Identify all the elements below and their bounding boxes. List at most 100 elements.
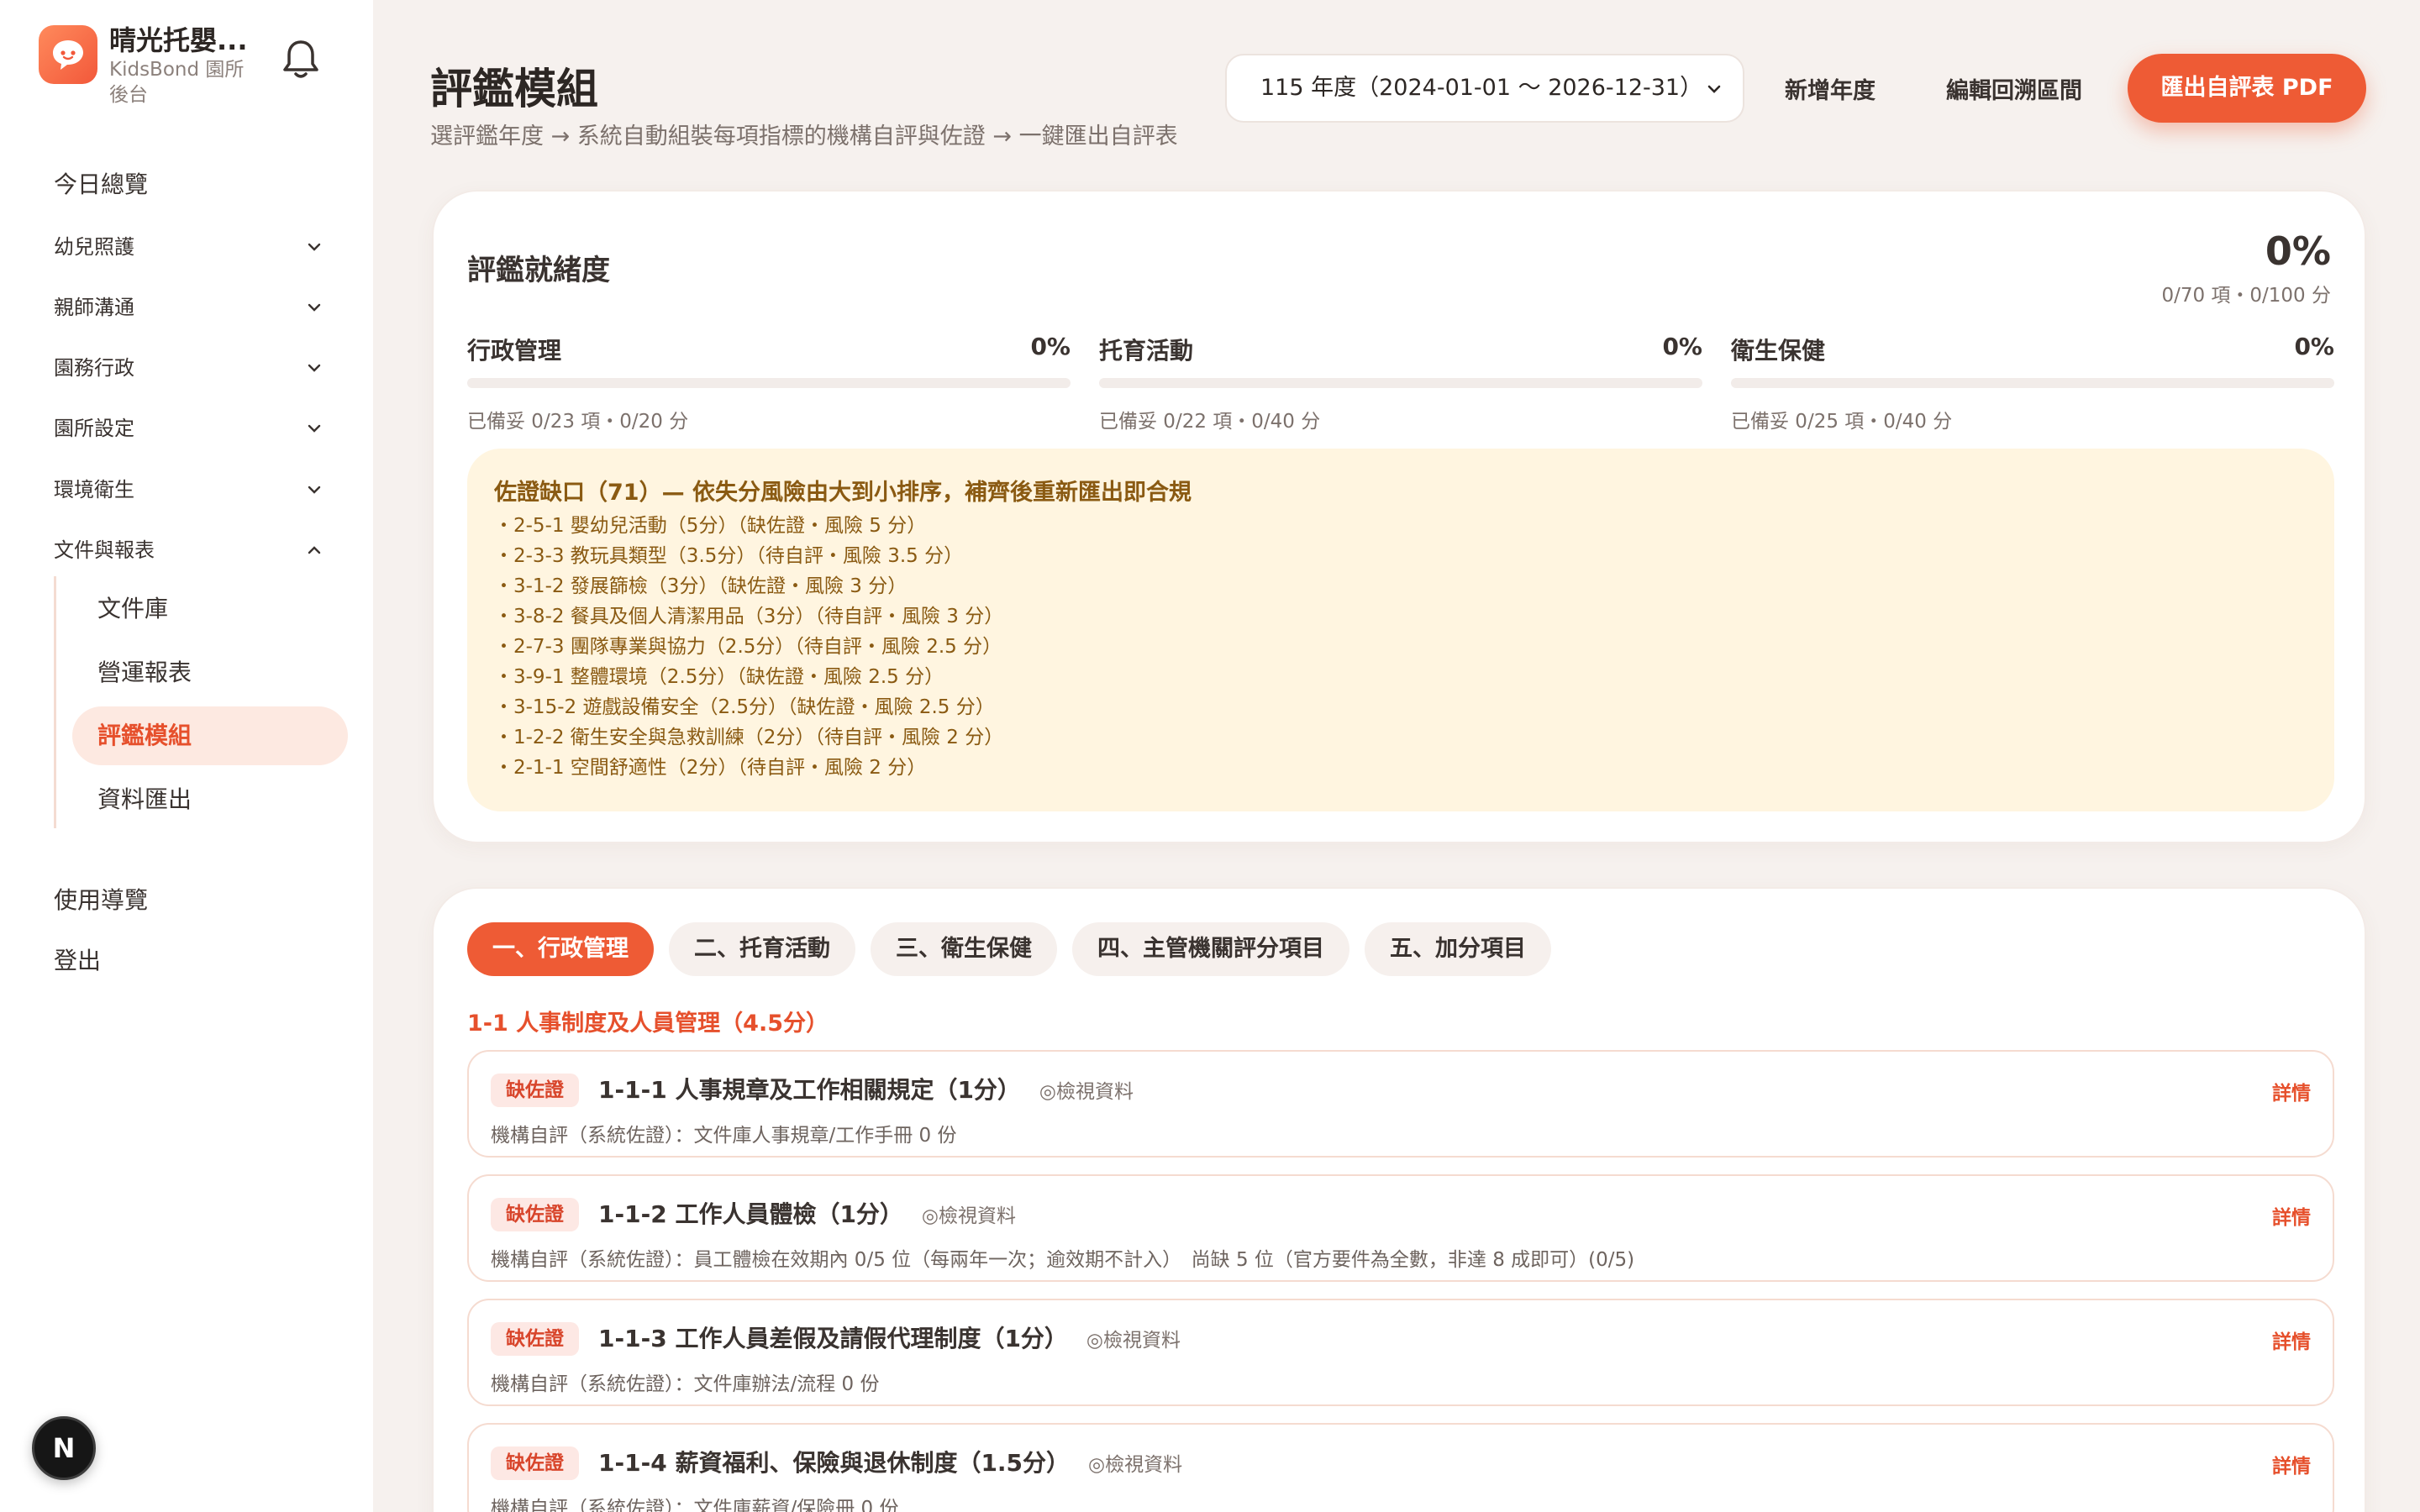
gap-item: ・3-1-2 發展篩檢（3分）（缺佐證・風險 3 分） (494, 575, 908, 597)
tab-admin[interactable]: 一、行政管理 (467, 922, 654, 976)
progress-meta: 已備妥 0/22 項・0/40 分 (1099, 411, 1321, 433)
sidebar-group-child-care[interactable]: 幼兒照護 (54, 230, 323, 264)
detail-link[interactable]: 詳情 (2272, 1201, 2311, 1230)
indicator-description: 機構自評（系統佐證）：文件庫人事規章/工作手冊 0 份 (491, 1125, 957, 1147)
gap-title: 佐證缺口（71）— 依失分風險由大到小排序，補齊後重新匯出即合規 (494, 480, 1192, 506)
page-title: 評鑑模組 (430, 65, 598, 113)
gap-item: ・2-5-1 嬰幼兒活動（5分）（缺佐證・風險 5 分） (494, 515, 927, 537)
progress-label: 行政管理 (467, 337, 562, 365)
year-select-value: 115 年度（2024-01-01 ～ 2026-12-31） (1260, 75, 1703, 101)
sidebar-item-operation-reports[interactable]: 營運報表 (72, 643, 348, 702)
sidebar-group-label: 園務行政 (54, 356, 134, 380)
indicator-title: 1-1-2 工作人員體檢（1分） ◎檢視資料 (598, 1198, 1016, 1233)
indicator-row[interactable]: 缺佐證 1-1-4 薪資福利、保險與退休制度（1.5分） ◎檢視資料 詳情 機構自… (467, 1423, 2334, 1512)
sidebar-group-label: 文件與報表 (54, 538, 155, 562)
gap-item: ・2-1-1 空間舒適性（2分）（待自評・風險 2 分） (494, 757, 927, 779)
export-pdf-button[interactable]: 匯出自評表 PDF (2128, 54, 2366, 123)
progress-meta: 已備妥 0/25 項・0/40 分 (1731, 411, 1953, 433)
progress-admin: 行政管理 0% 已備妥 0/23 項・0/20 分 (467, 333, 1071, 433)
gap-item: ・3-8-2 餐具及個人清潔用品（3分）（待自評・風險 3 分） (494, 606, 1004, 627)
view-data-link[interactable]: ◎檢視資料 (1039, 1081, 1134, 1103)
chevron-down-icon (308, 243, 321, 251)
bell-icon[interactable] (281, 35, 321, 82)
detail-link[interactable]: 詳情 (2272, 1077, 2311, 1105)
evidence-gap-panel: 佐證缺口（71）— 依失分風險由大到小排序，補齊後重新匯出即合規 ・2-5-1 … (467, 449, 2334, 811)
view-data-link[interactable]: ◎檢視資料 (1088, 1454, 1182, 1476)
sidebar-group-hygiene[interactable]: 環境衛生 (54, 473, 323, 507)
chat-logo-icon (39, 25, 97, 84)
submenu-divider (54, 576, 56, 828)
sidebar-item-document-library[interactable]: 文件庫 (72, 580, 348, 638)
progress-meta: 已備妥 0/23 項・0/20 分 (467, 411, 689, 433)
sidebar-item-evaluation-module[interactable]: 評鑑模組 (72, 706, 348, 765)
sidebar-group-docs-reports[interactable]: 文件與報表 (54, 533, 323, 567)
indicator-description: 機構自評（系統佐證）：文件庫薪資/保險冊 0 份 (491, 1498, 899, 1512)
progress-track (1099, 378, 1702, 388)
indicator-title: 1-1-4 薪資福利、保險與退休制度（1.5分） ◎檢視資料 (598, 1446, 1182, 1482)
sidebar-item-guide[interactable]: 使用導覽 (54, 884, 148, 917)
progress-percent: 0% (2294, 333, 2334, 360)
sidebar-group-label: 親師溝通 (54, 296, 134, 319)
progress-health: 衛生保健 0% 已備妥 0/25 項・0/40 分 (1731, 333, 2334, 433)
gap-item: ・2-3-3 教玩具類型（3.5分）（待自評・風險 3.5 分） (494, 545, 964, 567)
progress-track (1731, 378, 2334, 388)
progress-track (467, 378, 1071, 388)
chevron-down-icon (308, 303, 321, 312)
indicator-row[interactable]: 缺佐證 1-1-3 工作人員差假及請假代理制度（1分） ◎檢視資料 詳情 機構自評… (467, 1299, 2334, 1406)
progress-activities: 托育活動 0% 已備妥 0/22 項・0/40 分 (1099, 333, 1702, 433)
page-subtitle: 選評鑑年度 → 系統自動組裝每項指標的機構自評與佐證 → 一鍵匯出自評表 (430, 123, 1178, 150)
progress-percent: 0% (1030, 333, 1071, 360)
category-tabs: 一、行政管理 二、托育活動 三、衛生保健 四、主管機關評分項目 五、加分項目 (467, 922, 1566, 976)
gap-item: ・2-7-3 團隊專業與協力（2.5分）（待自評・風險 2.5 分） (494, 636, 1002, 658)
chevron-down-icon (1707, 85, 1721, 93)
status-badge: 缺佐證 (491, 1322, 579, 1356)
gap-item: ・3-9-1 整體環境（2.5分）（缺佐證・風險 2.5 分） (494, 666, 944, 688)
indicator-title: 1-1-1 人事規章及工作相關規定（1分） ◎檢視資料 (598, 1074, 1134, 1109)
readiness-card: 評鑑就緒度 0% 0/70 項・0/100 分 行政管理 0% 已備妥 0/23… (432, 190, 2366, 843)
brand[interactable]: 晴光托嬰... KidsBond 園所後台 (39, 24, 260, 108)
indicator-row[interactable]: 缺佐證 1-1-1 人事規章及工作相關規定（1分） ◎檢視資料 詳情 機構自評（系… (467, 1050, 2334, 1158)
sidebar-item-overview[interactable]: 今日總覽 (54, 168, 148, 202)
gap-item: ・1-2-2 衛生安全與急救訓練（2分）（待自評・風險 2 分） (494, 727, 1004, 748)
brand-subtitle: KidsBond 園所後台 (109, 59, 245, 106)
sidebar-group-label: 園所設定 (54, 417, 134, 440)
indicator-title-text: 1-1-2 工作人員體檢（1分） (598, 1200, 903, 1228)
indicators-card: 一、行政管理 二、托育活動 三、衛生保健 四、主管機關評分項目 五、加分項目 1… (432, 887, 2366, 1512)
readiness-title: 評鑑就緒度 (467, 254, 610, 287)
progress-percent: 0% (1662, 333, 1702, 360)
sidebar-group-parent-comm[interactable]: 親師溝通 (54, 291, 323, 324)
sidebar-group-label: 幼兒照護 (54, 235, 134, 259)
view-data-link[interactable]: ◎檢視資料 (922, 1205, 1016, 1227)
sidebar-group-label: 環境衛生 (54, 478, 134, 501)
indicator-title-text: 1-1-3 工作人員差假及請假代理制度（1分） (598, 1325, 1068, 1352)
status-badge: 缺佐證 (491, 1198, 579, 1231)
sidebar: 晴光托嬰... KidsBond 園所後台 今日總覽 幼兒照護 親師溝通 園務行… (0, 0, 373, 1512)
edit-range-button[interactable]: 編輯回溯區間 (1946, 72, 2082, 105)
detail-link[interactable]: 詳情 (2272, 1450, 2311, 1478)
section-title: 1-1 人事制度及人員管理（4.5分） (467, 1011, 829, 1037)
indicator-description: 機構自評（系統佐證）：文件庫辦法/流程 0 份 (491, 1373, 880, 1395)
indicator-description: 機構自評（系統佐證）：員工體檢在效期內 0/5 位（每兩年一次；逾效期不計入） … (491, 1249, 1635, 1271)
sidebar-group-settings[interactable]: 園所設定 (54, 412, 323, 445)
view-data-link[interactable]: ◎檢視資料 (1086, 1330, 1181, 1352)
indicator-title-text: 1-1-4 薪資福利、保險與退休制度（1.5分） (598, 1449, 1071, 1477)
sidebar-item-logout[interactable]: 登出 (54, 944, 101, 978)
indicator-title: 1-1-3 工作人員差假及請假代理制度（1分） ◎檢視資料 (598, 1322, 1181, 1357)
tab-health[interactable]: 三、衛生保健 (871, 922, 1057, 976)
chevron-down-icon (308, 364, 321, 372)
tab-bonus[interactable]: 五、加分項目 (1365, 922, 1551, 976)
dev-tools-badge[interactable]: N (32, 1416, 96, 1480)
sidebar-item-data-export[interactable]: 資料匯出 (72, 770, 348, 829)
chevron-up-icon (308, 546, 321, 554)
progress-label: 托育活動 (1099, 337, 1194, 365)
chevron-down-icon (308, 486, 321, 494)
sidebar-group-admin[interactable]: 園務行政 (54, 351, 323, 385)
indicator-title-text: 1-1-1 人事規章及工作相關規定（1分） (598, 1076, 1021, 1104)
year-select[interactable]: 115 年度（2024-01-01 ～ 2026-12-31） (1225, 54, 1744, 123)
detail-link[interactable]: 詳情 (2272, 1326, 2311, 1354)
indicator-row[interactable]: 缺佐證 1-1-2 工作人員體檢（1分） ◎檢視資料 詳情 機構自評（系統佐證）：… (467, 1174, 2334, 1282)
add-year-button[interactable]: 新增年度 (1785, 72, 1876, 105)
gap-item: ・3-15-2 遊戲設備安全（2.5分）（缺佐證・風險 2.5 分） (494, 696, 995, 718)
tab-activities[interactable]: 二、托育活動 (669, 922, 855, 976)
tab-authority[interactable]: 四、主管機關評分項目 (1072, 922, 1349, 976)
